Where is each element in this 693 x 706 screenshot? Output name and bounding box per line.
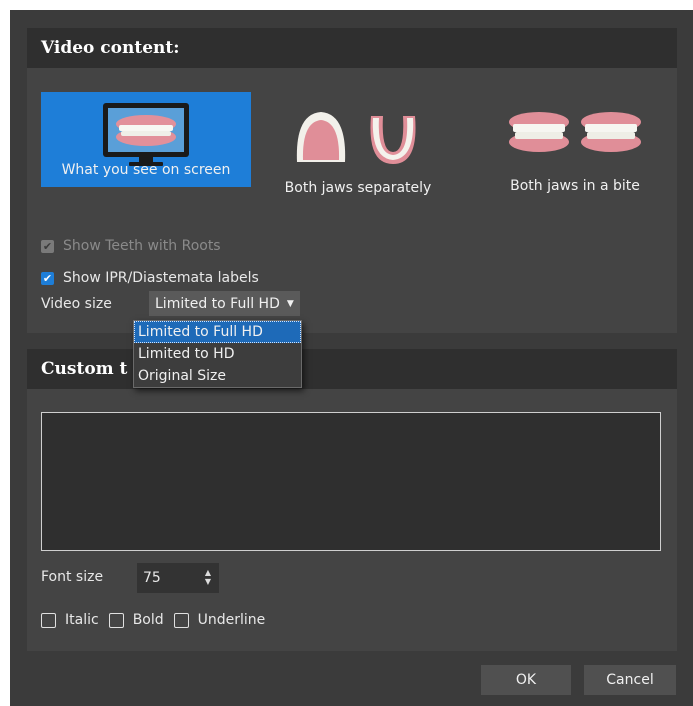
style-checkbox-row: Italic Bold Underline bbox=[41, 612, 265, 628]
italic-label: Italic bbox=[65, 612, 99, 628]
mode-both-jaws-in-bite[interactable]: Both jaws in a bite bbox=[487, 92, 663, 194]
cancel-button[interactable]: Cancel bbox=[584, 665, 676, 695]
bold-checkbox[interactable] bbox=[108, 612, 124, 628]
video-size-option[interactable]: Limited to Full HD bbox=[134, 321, 301, 343]
video-size-option[interactable]: Limited to HD bbox=[134, 343, 301, 365]
ok-button[interactable]: OK bbox=[481, 665, 571, 695]
mode-what-you-see[interactable]: What you see on screen bbox=[41, 92, 251, 187]
mode-both-jaws-separately-label: Both jaws separately bbox=[284, 180, 432, 196]
video-size-dropdown-list: Limited to Full HD Limited to HD Origina… bbox=[133, 320, 302, 388]
custom-text-section: Custom t Font size 75 ▲ ▼ Italic Bold Und… bbox=[27, 349, 677, 651]
video-export-dialog: Video content: What you see on screen Bo… bbox=[10, 10, 693, 706]
jaws-bite-icon bbox=[509, 112, 641, 152]
custom-text-title: Custom t bbox=[27, 349, 677, 389]
bold-label: Bold bbox=[132, 612, 164, 628]
underline-checkbox[interactable] bbox=[173, 612, 189, 628]
jaws-separate-icon bbox=[296, 112, 416, 164]
show-ipr-checkbox[interactable]: ✔ bbox=[41, 271, 54, 285]
video-size-option[interactable]: Original Size bbox=[134, 365, 301, 387]
show-roots-checkbox: ✔ bbox=[41, 239, 54, 253]
show-roots-label: Show Teeth with Roots bbox=[63, 238, 221, 254]
video-size-label: Video size bbox=[41, 296, 112, 312]
underline-label: Underline bbox=[197, 612, 266, 628]
video-content-section: Video content: What you see on screen Bo… bbox=[27, 28, 677, 333]
mode-both-jaws-in-bite-label: Both jaws in a bite bbox=[510, 178, 640, 194]
font-size-spinbox[interactable]: 75 ▲ ▼ bbox=[137, 563, 219, 593]
show-ipr-checkbox-row[interactable]: ✔ Show IPR/Diastemata labels bbox=[41, 270, 259, 286]
font-size-label: Font size bbox=[41, 569, 104, 585]
spin-arrows-icon[interactable]: ▲ ▼ bbox=[205, 568, 211, 586]
mode-both-jaws-separately[interactable]: Both jaws separately bbox=[267, 92, 449, 196]
mode-what-you-see-label: What you see on screen bbox=[61, 162, 231, 178]
font-size-value: 75 bbox=[143, 570, 161, 586]
video-size-select[interactable]: Limited to Full HD ▼ bbox=[149, 291, 300, 316]
monitor-teeth-icon bbox=[103, 103, 189, 166]
chevron-down-icon: ▼ bbox=[286, 298, 294, 309]
custom-text-input[interactable] bbox=[41, 412, 661, 551]
italic-checkbox[interactable] bbox=[41, 612, 56, 628]
video-content-title: Video content: bbox=[27, 28, 677, 68]
video-size-value: Limited to Full HD bbox=[155, 295, 280, 312]
show-ipr-label: Show IPR/Diastemata labels bbox=[63, 270, 259, 286]
show-roots-checkbox-row: ✔ Show Teeth with Roots bbox=[41, 238, 221, 254]
